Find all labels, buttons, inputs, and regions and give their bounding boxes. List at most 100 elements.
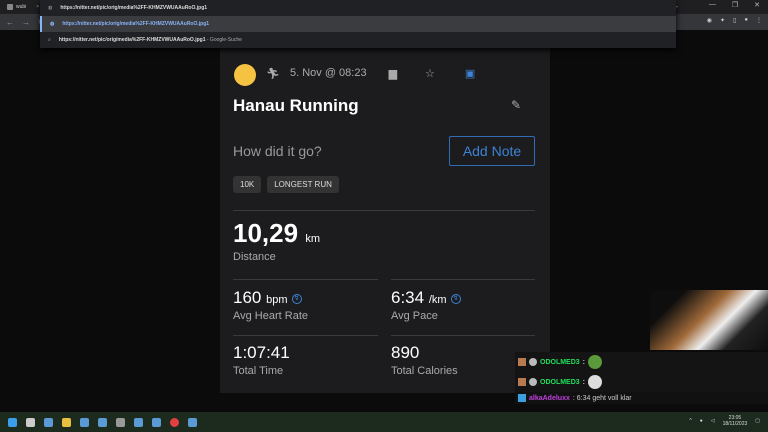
- note-prompt: How did it go?: [233, 143, 322, 159]
- distance-unit: km: [305, 233, 320, 245]
- badge-icon: [529, 378, 537, 386]
- puzzle-icon[interactable]: ✦: [720, 17, 725, 24]
- time-value: 1:07:41: [233, 343, 290, 362]
- app-icon[interactable]: [134, 417, 143, 427]
- clock[interactable]: 23:05 18/11/2023: [723, 415, 748, 427]
- chat-sep: :: [582, 358, 586, 366]
- mic-icon[interactable]: ●: [700, 418, 703, 424]
- taskbar: ^ ● ◁ 23:05 18/11/2023 ▢: [0, 412, 768, 432]
- crown-badge-icon: [518, 394, 526, 402]
- chat-message: alkaAdeluxx: 6:34 geht voll klar: [515, 392, 768, 404]
- forward-icon[interactable]: →: [22, 18, 30, 27]
- favicon-icon: [7, 4, 13, 10]
- face-emote-icon: [588, 375, 603, 389]
- profile-icon[interactable]: ●: [744, 17, 748, 24]
- clock-date: 18/11/2023: [722, 421, 748, 427]
- volume-icon[interactable]: ◁: [711, 418, 715, 424]
- suggestion-text: https://nitter.net/pic/orig/media%2FF-KH…: [58, 37, 206, 43]
- start-icon[interactable]: [8, 417, 17, 427]
- chat-sep: :: [582, 378, 586, 386]
- add-note-button[interactable]: Add Note: [449, 136, 535, 166]
- calendar-icon[interactable]: ▆: [389, 67, 397, 80]
- extension-icon[interactable]: ◉: [707, 17, 712, 24]
- sidebar-icon[interactable]: ▯: [733, 17, 736, 24]
- explorer-icon[interactable]: [62, 417, 71, 427]
- chat-message: ODOLMED3:: [515, 352, 768, 372]
- omnibox-dropdown: ◍ https://nitter.net/pic/orig/media%2FF-K…: [40, 0, 676, 48]
- chat-text: 6:34 geht voll klar: [574, 394, 632, 402]
- distance-value: 10,29: [233, 218, 299, 248]
- star-icon[interactable]: ☆: [425, 67, 435, 80]
- app-icon[interactable]: [116, 417, 125, 427]
- system-tray: ^ ● ◁ 23:05 18/11/2023 ▢: [689, 415, 760, 427]
- tag-badge: 10K: [233, 176, 262, 193]
- app-icon[interactable]: [44, 417, 53, 427]
- badge-icon: [518, 378, 526, 386]
- badge-icon: [529, 358, 537, 366]
- chat-overlay: ODOLMED3: ODOLMED3: alkaAdeluxx: 6:34 ge…: [515, 352, 768, 404]
- minimize-icon[interactable]: —: [709, 1, 716, 9]
- chat-message: ODOLMED3:: [515, 372, 768, 392]
- chart-icon[interactable]: ▣: [465, 67, 475, 80]
- divider: [391, 335, 535, 336]
- close-icon[interactable]: ✕: [754, 1, 760, 9]
- suggestion-text: https://nitter.net/pic/orig/media%2FF-KH…: [62, 21, 210, 27]
- taskview-icon[interactable]: [26, 417, 35, 427]
- divider: [233, 279, 378, 280]
- site-info-icon[interactable]: ◍: [48, 5, 52, 11]
- pace-label: Avg Pace: [391, 310, 438, 322]
- info-icon[interactable]: ↯: [291, 293, 302, 304]
- calories-value: 890: [391, 343, 420, 362]
- suggestion-suffix: - Google-Suche: [205, 37, 242, 43]
- divider: [391, 279, 535, 280]
- window-controls: — ❐ ✕: [709, 1, 760, 9]
- tag-badge: LONGEST RUN: [267, 176, 339, 193]
- notification-icon[interactable]: ▢: [755, 418, 760, 424]
- activity-date: 5. Nov @ 08:23: [289, 67, 367, 79]
- time-stat: 1:07:41 Total Time: [233, 343, 290, 377]
- activity-title: Hanau Running: [233, 96, 359, 115]
- running-icon: 🏃︎: [266, 67, 280, 80]
- address-input[interactable]: https://nitter.net/pic/orig/media%2FF-KH…: [60, 5, 207, 11]
- heart-rate-stat: 160 bpm ↯ Avg Heart Rate: [233, 288, 308, 322]
- search-icon: ⌕: [48, 37, 51, 43]
- time-label: Total Time: [233, 365, 284, 377]
- distance-stat: 10,29 km Distance: [233, 218, 320, 263]
- heart-rate-unit: bpm: [266, 294, 288, 306]
- avatar: [234, 64, 256, 86]
- chat-user: ODOLMED3: [540, 378, 580, 386]
- distance-label: Distance: [233, 251, 276, 263]
- suggestion-search[interactable]: ⌕ https://nitter.net/pic/orig/media%2FF-K…: [40, 32, 676, 48]
- restore-icon[interactable]: ❐: [732, 1, 738, 9]
- suggestion-url[interactable]: ◍ https://nitter.net/pic/orig/media%2FF-K…: [40, 16, 676, 32]
- app-icon[interactable]: [80, 417, 89, 427]
- badge-icon: [518, 358, 526, 366]
- heart-rate-value: 160: [233, 288, 262, 307]
- tab-label: wubi: [16, 4, 27, 10]
- divider: [233, 210, 535, 211]
- back-icon[interactable]: ←: [6, 18, 14, 27]
- heart-rate-label: Avg Heart Rate: [233, 310, 309, 322]
- chevron-up-icon[interactable]: ^: [689, 418, 691, 424]
- extensions: ◉ ✦ ▯ ● ⋮: [707, 17, 762, 24]
- pace-unit: /km: [428, 294, 447, 306]
- browser-tab[interactable]: wubi ×: [4, 1, 43, 13]
- pace-stat: 6:34 /km ↯ Avg Pace: [391, 288, 461, 322]
- app-icon[interactable]: [98, 417, 107, 427]
- chat-user: ODOLMED3: [540, 358, 580, 366]
- chat-user: alkaAdeluxx: [529, 394, 570, 402]
- globe-icon: ◍: [50, 21, 55, 27]
- address-bar[interactable]: ◍ https://nitter.net/pic/orig/media%2FF-K…: [40, 0, 676, 16]
- pepe-emote-icon: [588, 355, 603, 369]
- pace-value: 6:34: [391, 288, 425, 307]
- edit-pencil-icon[interactable]: ✎: [511, 98, 521, 112]
- webcam-cat: [650, 290, 768, 350]
- menu-icon[interactable]: ⋮: [756, 17, 762, 24]
- info-icon[interactable]: ↯: [450, 293, 461, 304]
- activity-card: 🏃︎ 5. Nov @ 08:23 ▆ ☆ ▣ Hanau Running ✎ …: [220, 30, 550, 393]
- close-tab-icon[interactable]: ×: [36, 4, 39, 10]
- divider: [233, 335, 378, 336]
- app-icon[interactable]: [152, 417, 161, 427]
- chrome-icon[interactable]: [170, 417, 179, 427]
- app-icon[interactable]: [188, 417, 197, 427]
